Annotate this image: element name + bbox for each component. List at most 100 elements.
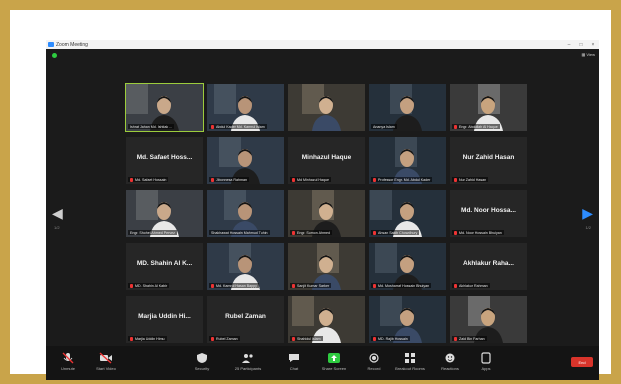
participant-name-tag: Engr. Shohel Ahmed Pervez — [128, 230, 177, 235]
participant-name: Sanjit Kumar Sarker — [297, 283, 330, 288]
window-title: Zoom Meeting — [56, 41, 88, 48]
microphone-muted-icon — [292, 177, 295, 182]
participant-name-tag: MD. Rajib Hossain — [371, 336, 410, 341]
participant-display-name: MD. Shahin Al K... — [136, 260, 193, 267]
reactions-label: Reactions — [441, 366, 459, 371]
microphone-muted-icon — [373, 336, 376, 341]
participant-tile[interactable]: Professor Engr. Md. Abdul Kader — [369, 137, 446, 184]
unmute-label: Unmute — [60, 366, 75, 371]
reactions-button[interactable]: Reactions — [432, 352, 468, 371]
security-shield-icon[interactable] — [52, 53, 57, 58]
participant-name: Abdul Kader Md. Kamrul Islam — [216, 124, 265, 129]
participant-display-name: Nur Zahid Hasan — [462, 154, 515, 161]
unmute-button[interactable]: Unmute — [50, 352, 86, 371]
participant-tile[interactable]: Ananya Islam — [369, 84, 446, 131]
participant-tile[interactable]: Akhlakur Raha... Akhlakur Rahman — [450, 243, 527, 290]
participant-tile[interactable]: Ahsan Sakib Chowdhury — [369, 190, 446, 237]
participant-tile[interactable]: Minhazul Haque Md Minhazul Haque — [288, 137, 365, 184]
microphone-muted-icon — [454, 230, 457, 235]
participant-tile[interactable] — [288, 84, 365, 131]
shield-icon — [197, 353, 207, 363]
meeting-toolbar: Unmute Start Video Security 25 Participa… — [46, 346, 599, 380]
apps-button[interactable]: Apps — [468, 352, 504, 371]
microphone-muted-icon — [373, 283, 376, 288]
microphone-muted-icon — [211, 336, 214, 341]
participant-name-tag: Shahidul Islam — [290, 336, 323, 341]
participant-tile[interactable]: Md. Mosharraf Hossain Bhuiyan — [369, 243, 446, 290]
security-button[interactable]: Security — [184, 352, 220, 371]
microphone-muted-icon — [211, 124, 214, 129]
participant-tile[interactable]: Zaid Bin Farhan — [450, 296, 527, 343]
participant-tile[interactable]: Md. Safaet Hoss... Md. Safaet Hossain — [126, 137, 203, 184]
microphone-muted-icon — [130, 336, 133, 341]
participant-tile[interactable]: Md. Kamrul Hasan Bappy — [207, 243, 284, 290]
participant-name-tag: Shakhawat Hossain Mahmud Tuhin — [209, 230, 270, 235]
participant-name-tag: Engr. Abdullah Al Haque — [452, 124, 500, 129]
view-button[interactable]: ▦ View — [582, 52, 596, 57]
microphone-muted-icon — [292, 283, 295, 288]
participant-name-tag: Ahsan Sakib Chowdhury — [371, 230, 420, 235]
start-video-button[interactable]: Start Video — [88, 352, 124, 371]
participant-display-name: Rubel Zaman — [225, 313, 266, 320]
microphone-muted-icon — [130, 177, 133, 182]
participant-tile[interactable]: Ishrat Jahan Md. Ishtiak ... — [125, 83, 204, 132]
end-meeting-button[interactable]: End — [571, 357, 593, 367]
participant-name-tag: Marjia Uddin Himu — [128, 336, 167, 341]
microphone-muted-icon — [292, 336, 295, 341]
previous-page-arrow-icon[interactable]: ◀ — [52, 205, 63, 222]
maximize-icon[interactable]: □ — [575, 42, 587, 48]
participant-name-tag: Zaid Bin Farhan — [452, 336, 487, 341]
close-icon[interactable]: × — [587, 42, 599, 48]
microphone-muted-icon — [211, 283, 214, 288]
participant-name: Md. Kamrul Hasan Bappy — [216, 283, 257, 288]
participant-name: Marjia Uddin Himu — [135, 336, 165, 341]
participant-tile[interactable]: Nur Zahid Hasan Nur Zahid Hasan — [450, 137, 527, 184]
zoom-window: Zoom Meeting – □ × ▦ View ◀ 1/2 ▶ 1/2 Is… — [46, 40, 599, 380]
participant-tile[interactable]: MD. Shahin Al K... MD. Shahin Al Kabir — [126, 243, 203, 290]
participants-text: Participants — [240, 366, 262, 371]
participant-name: Ananya Islam — [373, 124, 395, 129]
participant-tile[interactable]: Sanjit Kumar Sarker — [288, 243, 365, 290]
participant-tile[interactable]: Shahidul Islam — [288, 296, 365, 343]
record-button[interactable]: Record — [356, 352, 392, 371]
view-button-label: View — [586, 52, 595, 57]
participant-name: Akhlakur Rahman — [459, 283, 488, 288]
share-screen-button[interactable]: Share Screen — [316, 352, 352, 371]
breakout-rooms-label: Breakout Rooms — [395, 366, 425, 371]
chat-icon — [289, 354, 299, 362]
end-meeting-label: End — [578, 359, 586, 365]
participant-tile[interactable]: Engr. Sumon Ahmed — [288, 190, 365, 237]
chat-button[interactable]: Chat — [276, 352, 312, 371]
participant-name: Md Minhazul Haque — [297, 177, 329, 182]
participant-video — [288, 84, 365, 131]
minimize-icon[interactable]: – — [563, 42, 575, 48]
participants-button[interactable]: 25 Participants — [230, 352, 266, 371]
next-page-arrow-icon[interactable]: ▶ — [582, 205, 593, 222]
participant-tile[interactable]: Rubel Zaman Rubel Zaman — [207, 296, 284, 343]
participant-name-tag: Ishrat Jahan Md. Ishtiak ... — [128, 124, 175, 129]
title-bar: Zoom Meeting – □ × — [46, 40, 599, 49]
microphone-muted-icon — [454, 177, 457, 182]
participant-tile[interactable]: Md. Noor Hossa... Md. Noor Hossain Bhuiya… — [450, 190, 527, 237]
participant-name: Professor Engr. Md. Abdul Kader — [378, 177, 431, 182]
participant-tile[interactable]: MD. Rajib Hossain — [369, 296, 446, 343]
participant-tile[interactable]: Shakhawat Hossain Mahmud Tuhin — [207, 190, 284, 237]
chat-label: Chat — [289, 366, 299, 371]
participant-tile[interactable]: Abdul Kader Md. Kamrul Islam — [207, 84, 284, 131]
participant-name-tag: Engr. Sumon Ahmed — [290, 230, 332, 235]
video-camera-off-icon — [99, 352, 112, 364]
participant-tile[interactable]: Engr. Abdullah Al Haque — [450, 84, 527, 131]
participant-name-tag: Jibonnesa Rahman — [209, 177, 249, 182]
participant-name-tag: Sanjit Kumar Sarker — [290, 283, 332, 288]
zoom-logo-icon — [48, 42, 54, 47]
participant-tile[interactable]: Engr. Shohel Ahmed Pervez — [126, 190, 203, 237]
microphone-muted-icon — [373, 177, 376, 182]
participant-name-tag: Md Minhazul Haque — [290, 177, 331, 182]
participant-name: Zaid Bin Farhan — [459, 336, 485, 341]
participant-display-name: Md. Safaet Hoss... — [136, 154, 193, 161]
breakout-rooms-button[interactable]: Breakout Rooms — [392, 352, 428, 371]
participant-name: MD. Shahin Al Kabir — [135, 283, 168, 288]
apps-label: Apps — [481, 366, 491, 371]
participant-tile[interactable]: Jibonnesa Rahman — [207, 137, 284, 184]
participant-tile[interactable]: Marjia Uddin Hi... Marjia Uddin Himu — [126, 296, 203, 343]
